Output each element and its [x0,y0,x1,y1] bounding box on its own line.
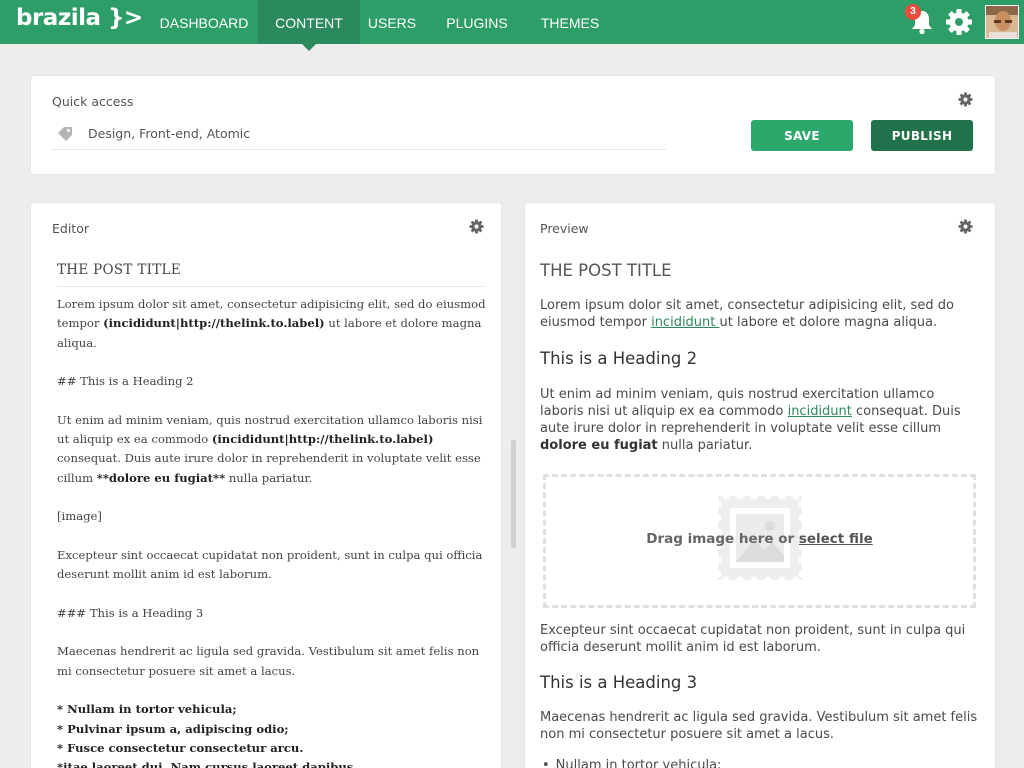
publish-button[interactable]: PUBLISH [871,120,973,151]
nav-item-content-label: CONTENT [275,15,343,31]
nav-item-plugins[interactable]: PLUGINS [436,0,518,44]
preview-paragraph: Lorem ipsum dolor sit amet, consectetur … [540,298,954,330]
preview-label: Preview [540,221,589,236]
notification-badge: 3 [905,4,921,20]
editor-heading-2: ## This is a Heading 2 [57,374,194,389]
editor-textarea[interactable]: Lorem ipsum dolor sit amet, consectetur … [57,295,489,768]
editor-list: * Nullam in tortor vehicula; * Pulvinar … [57,700,489,768]
select-file-link[interactable]: select file [799,531,873,547]
save-button[interactable]: SAVE [751,120,853,151]
nav-item-content[interactable]: CONTENT [258,0,360,51]
gear-icon[interactable] [469,219,484,234]
tag-icon [58,127,72,141]
drop-zone-text: Drag image here or select file [646,531,873,547]
editor-title-field[interactable]: THE POST TITLE [57,262,484,287]
editor-label: Editor [52,221,89,236]
preview-link[interactable]: incididunt [651,315,719,330]
list-item: Nullam in tortor vehicula; [542,758,982,768]
editor-paragraph: Lorem ipsum dolor sit amet, consectetur … [57,297,486,350]
preview-heading-3: This is a Heading 3 [540,673,698,692]
nav-item-users[interactable]: USERS [360,0,424,44]
list-item: * Pulvinar ipsum a, adipiscing odio; [57,721,289,736]
editor-image-tag: [image] [57,509,102,524]
avatar-picture [986,6,1018,38]
preview-link[interactable]: incididunt [788,404,852,419]
nav-item-dashboard[interactable]: DASHBOARD [150,0,258,44]
gear-icon[interactable] [945,8,973,36]
gear-icon[interactable] [958,92,973,107]
tags-input[interactable] [52,118,666,150]
preview-title: THE POST TITLE [540,261,672,280]
preview-paragraph: Excepteur sint occaecat cupidatat non pr… [540,623,966,655]
preview-paragraph: Ut enim ad minim veniam, quis nostrud ex… [540,387,961,453]
panel-resize-handle[interactable] [511,440,516,548]
avatar[interactable] [985,5,1019,39]
list-item: *itae laoreet dui. Nam cursus laoreet da… [57,760,358,768]
editor-paragraph: Maecenas hendrerit ac ligula sed gravida… [57,644,480,678]
list-item: * Fusce consectetur consectetur arcu. [57,740,304,755]
active-caret [302,44,316,51]
preview-heading-2: This is a Heading 2 [540,349,698,368]
top-navigation-bar: brazila }> DASHBOARD CONTENT USERS PLUGI… [0,0,1024,51]
editor-paragraph: Ut enim ad minim veniam, quis nostrud ex… [57,412,483,485]
nav-item-themes[interactable]: THEMES [530,0,610,44]
quick-access-label: Quick access [52,94,134,109]
list-item: * Nullam in tortor vehicula; [57,702,237,717]
preview-paragraph: Maecenas hendrerit ac ligula sed gravida… [540,710,978,742]
editor-heading-3: ### This is a Heading 3 [57,605,204,620]
gear-icon[interactable] [958,219,973,234]
brazila-logo[interactable]: brazila }> [16,5,143,31]
editor-paragraph: Excepteur sint occaecat cupidatat non pr… [57,547,483,582]
